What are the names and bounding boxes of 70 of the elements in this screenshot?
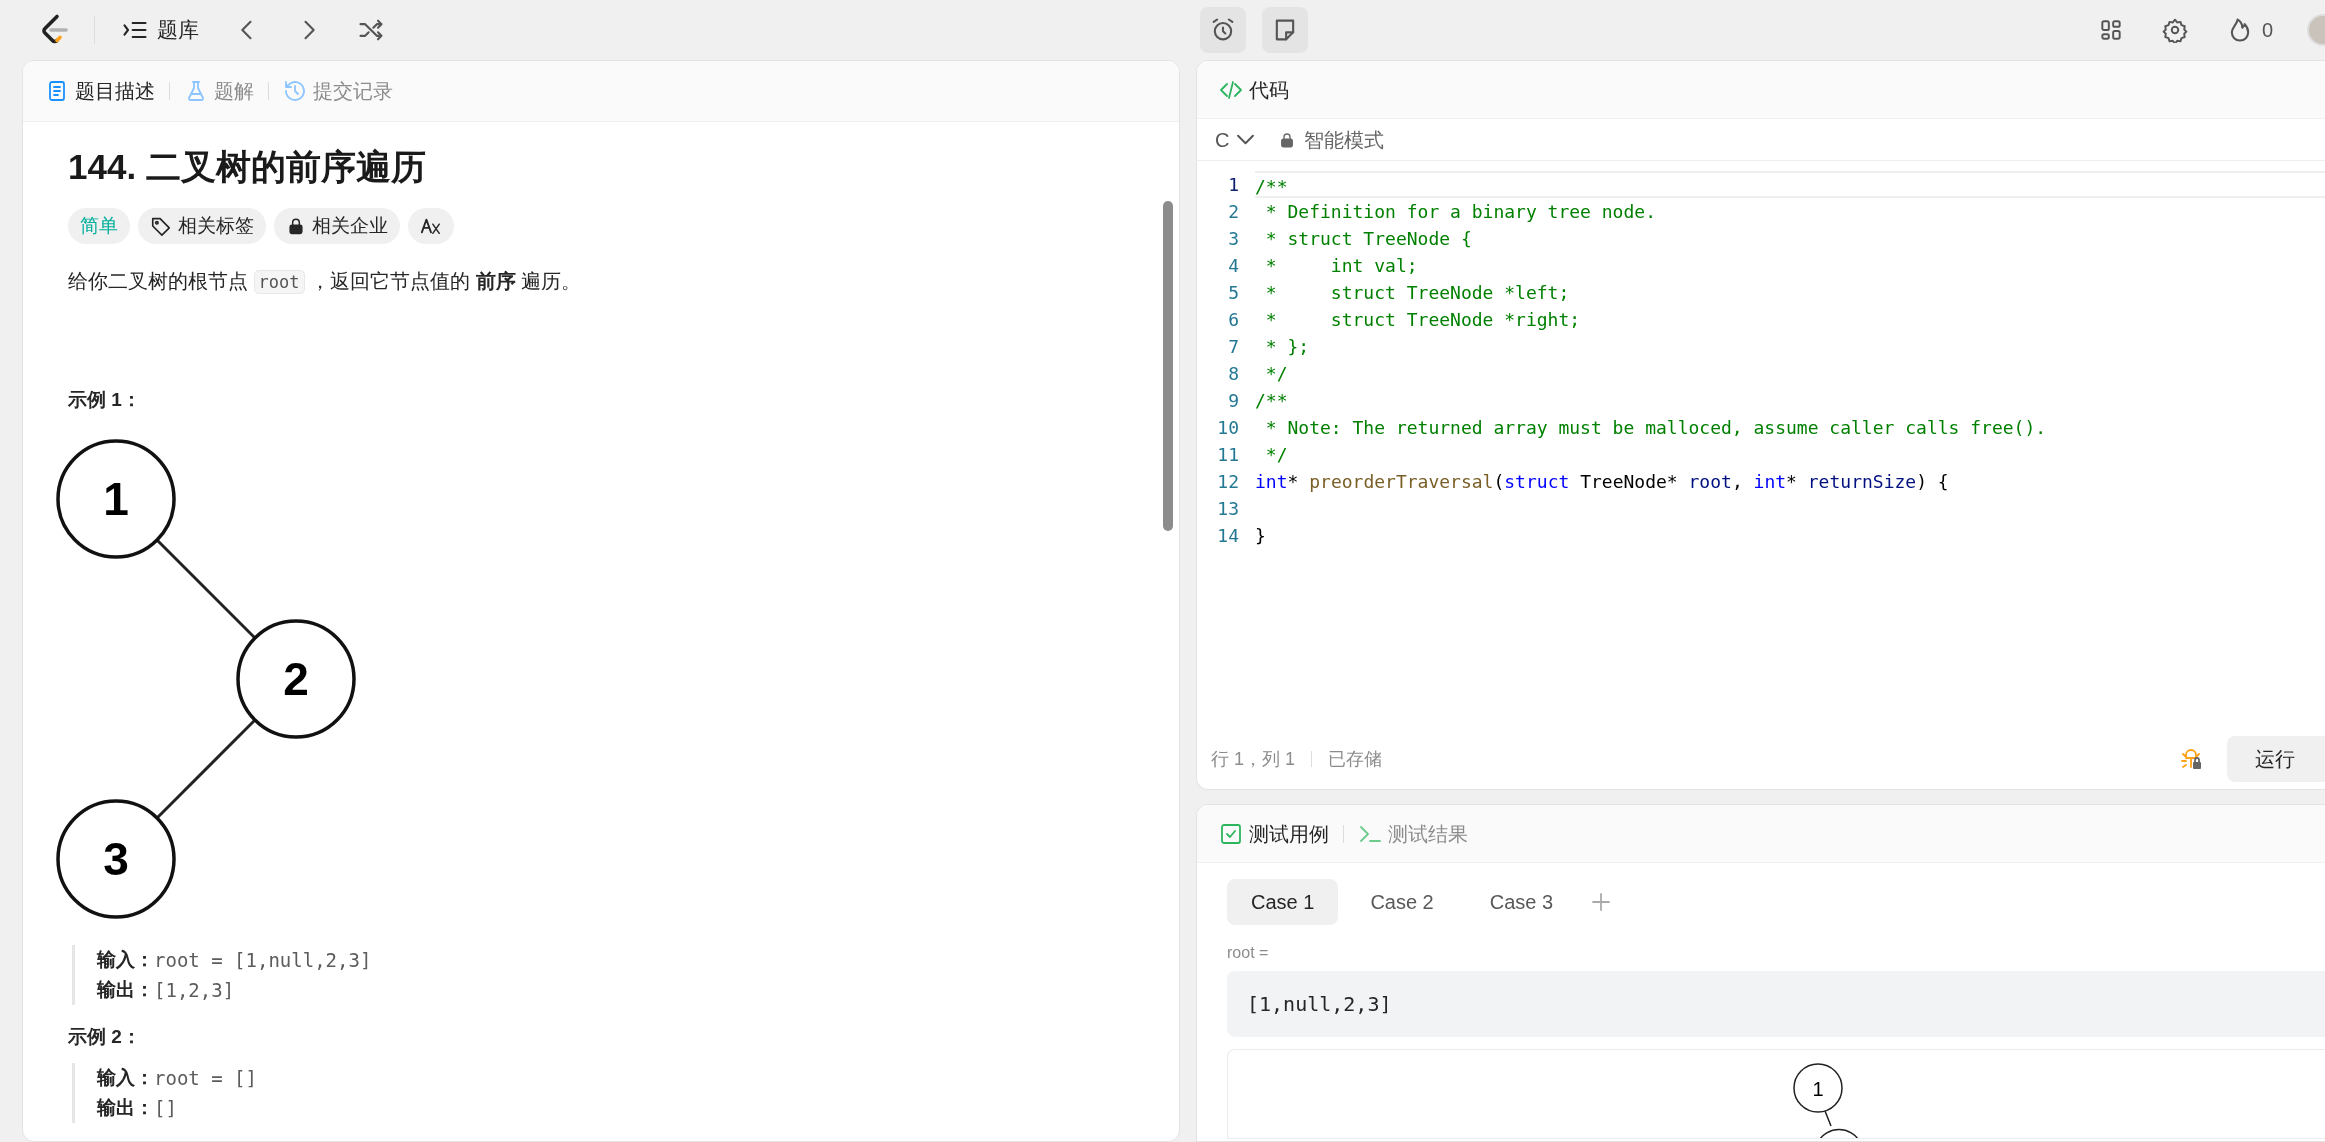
example-label: 输入： <box>97 1066 154 1090</box>
code-line: * struct TreeNode *right; <box>1264 309 1581 330</box>
case-tab[interactable]: Case 3 <box>1465 879 1578 925</box>
example-label: 输入： <box>97 947 154 972</box>
streak-button[interactable]: 0 <box>2221 11 2277 49</box>
code-line: /** <box>1255 176 1288 197</box>
example-value: root = [1,null,2,3] <box>154 947 372 973</box>
line-number: 12 <box>1216 470 1240 494</box>
line-number: 7 <box>1227 335 1240 359</box>
save-status: 已存储 <box>1328 747 1384 771</box>
topics-tag[interactable]: 相关标签 <box>138 207 266 244</box>
notes-button[interactable] <box>1262 7 1308 53</box>
cursor-position: 行 1，列 1 <box>1211 747 1296 771</box>
line-number: 9 <box>1227 389 1240 413</box>
example-heading: 示例 1： <box>68 388 142 412</box>
tree-node: 1 <box>1793 1063 1843 1113</box>
example-heading: 示例 2： <box>68 1024 142 1049</box>
code-line: * struct TreeNode *left; <box>1264 282 1570 303</box>
panel-tab[interactable]: 测试用例 <box>1215 816 1333 851</box>
bug-lock-icon[interactable] <box>2179 747 2203 771</box>
run-button[interactable]: 运行 <box>2227 736 2325 782</box>
line-number: 6 <box>1227 308 1240 332</box>
settings-icon <box>2161 17 2188 43</box>
code-line: int* preorderTraversal(struct TreeNode* root, int* returnSize) { <box>1255 471 1949 492</box>
example-label: 输出： <box>97 1096 154 1120</box>
code-line: */ <box>1264 444 1288 465</box>
panel-tab[interactable]: 题目描述 <box>41 73 159 108</box>
code-line: */ <box>1264 363 1288 384</box>
example-value: [1,2,3] <box>154 977 235 1003</box>
chevron-down-icon <box>1237 134 1255 145</box>
line-number: 10 <box>1216 416 1240 440</box>
parameter-label: root = <box>1227 943 1270 963</box>
code-line: * Note: The returned array must be malloced, assume caller calls free(). <box>1264 417 2047 438</box>
line-number: 2 <box>1227 200 1240 224</box>
line-number: 4 <box>1227 254 1240 278</box>
code-line: * int val; <box>1264 255 1418 276</box>
line-number: 11 <box>1216 443 1240 467</box>
line-number: 13 <box>1216 497 1240 521</box>
problem-description: 给你二叉树的根节点 root ，返回它节点值的 前序 遍历。 <box>68 269 583 296</box>
example-value: root = [] <box>154 1066 257 1091</box>
tree-node: 1 <box>56 438 176 559</box>
code-line: * struct TreeNode { <box>1264 228 1472 249</box>
line-number: 14 <box>1216 524 1240 548</box>
code-line: } <box>1255 525 1266 546</box>
case-tab[interactable]: Case 1 <box>1227 879 1339 925</box>
line-number: 1 <box>1227 173 1240 197</box>
tree-node: 3 <box>56 798 176 919</box>
code-line: * }; <box>1264 336 1310 357</box>
panel-title: 代码 <box>1215 72 1293 107</box>
line-number: 8 <box>1227 362 1240 386</box>
timer-button[interactable] <box>1200 7 1246 53</box>
line-number: 3 <box>1227 227 1240 251</box>
tree-node <box>1817 1128 1861 1138</box>
history-icon <box>283 78 307 103</box>
problem-title: 144. 二叉树的前序遍历 <box>68 145 427 188</box>
tree-node: 2 <box>236 618 356 739</box>
companies-tag[interactable]: 相关企业 <box>274 207 400 244</box>
checkbox-icon <box>1219 821 1243 846</box>
tree-edge <box>1824 1110 1832 1127</box>
code-line: * Definition for a binary tree node. <box>1264 201 1656 222</box>
parameter-input[interactable]: [1,null,2,3] <box>1227 971 2325 1037</box>
editor-mode-button[interactable]: 智能模式 <box>1274 120 1389 159</box>
line-number: 5 <box>1227 281 1240 305</box>
example-label: 输出： <box>97 977 154 1002</box>
translate-button[interactable] <box>408 207 454 244</box>
problem-list-button[interactable]: 题库 <box>117 10 203 50</box>
language-dropdown[interactable]: C <box>1211 120 1259 159</box>
code-line: /** <box>1255 390 1288 411</box>
example-value: [] <box>154 1096 177 1121</box>
case-tab[interactable]: Case 2 <box>1346 879 1458 925</box>
